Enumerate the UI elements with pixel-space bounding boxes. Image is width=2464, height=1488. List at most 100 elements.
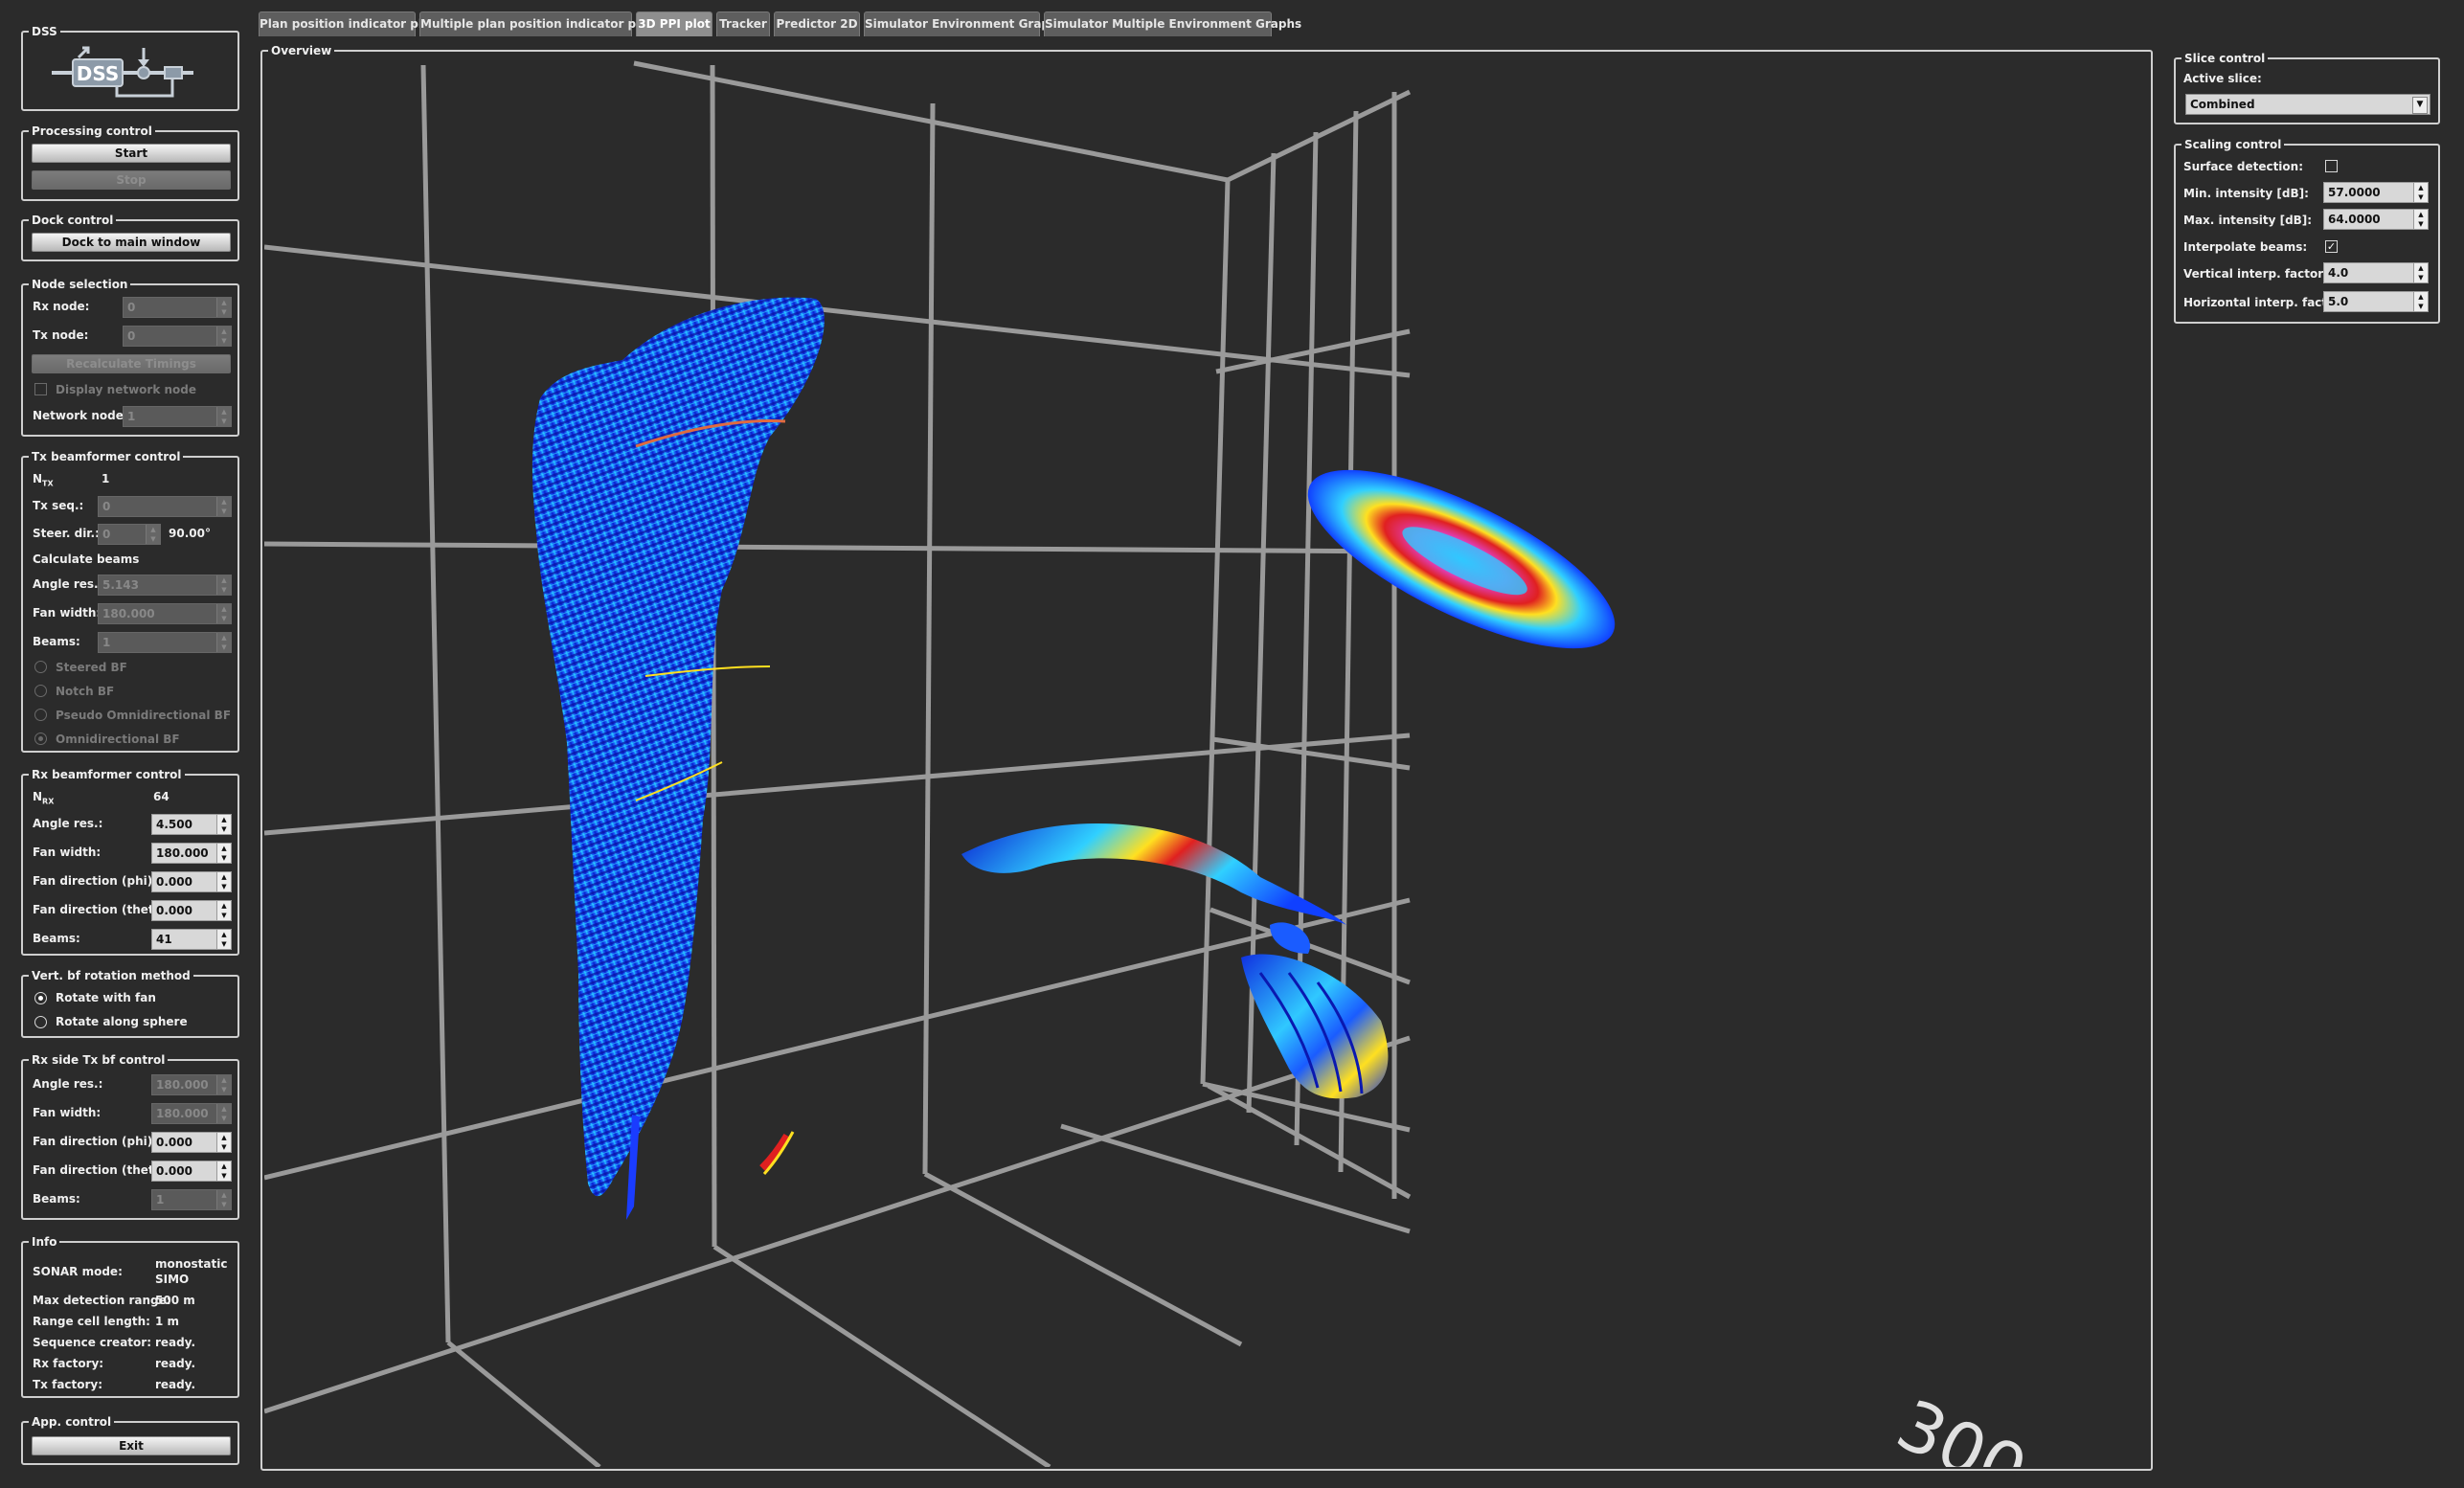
- surface-detection-checkbox[interactable]: [2325, 160, 2338, 172]
- overview-panel: Overview: [260, 43, 2153, 1471]
- tx-beamformer-title: Tx beamformer control: [29, 449, 184, 464]
- range-cell-length-label: Range cell length:: [33, 1315, 150, 1328]
- vert-bf-rotation-group: Vert. bf rotation method Rotate with fan…: [21, 968, 239, 1038]
- grid-lines: [264, 60, 1412, 1467]
- info-group: Info SONAR mode: monostatic SIMO Max det…: [21, 1234, 239, 1398]
- tx-fan-width-spinbox[interactable]: 180.000 ▲ ▼: [98, 603, 232, 624]
- rx-fan-phi-label: Fan direction (phi):: [33, 874, 158, 888]
- active-slice-label: Active slice:: [2183, 72, 2262, 85]
- tab-ppi-plot[interactable]: Plan position indicator plot: [259, 11, 436, 36]
- omni-bf-label: Omnidirectional BF: [56, 733, 180, 746]
- rotate-along-sphere-label: Rotate along sphere: [56, 1015, 188, 1028]
- rx-fan-width-spinbox[interactable]: 180.000 ▲ ▼: [151, 843, 232, 864]
- dock-control-group: Dock control Dock to main window: [21, 213, 239, 261]
- pseudo-omni-bf-radio[interactable]: [34, 709, 47, 721]
- horizontal-interp-label: Horizontal interp. factor:: [2183, 296, 2346, 309]
- tx-node-label: Tx node:: [33, 328, 89, 342]
- active-slice-dropdown[interactable]: Combined ▼: [2185, 94, 2430, 115]
- vertical-interp-spinbox[interactable]: 4.0 ▲ ▼: [2323, 262, 2429, 283]
- nrx-value: 64: [153, 790, 170, 803]
- echo-arc: [961, 823, 1346, 954]
- echo-tornado: [531, 297, 825, 1220]
- rxs-fan-phi-spinbox[interactable]: 0.000 ▲ ▼: [151, 1132, 232, 1153]
- 3d-ppi-plot[interactable]: 300.00: [264, 54, 2149, 1467]
- tx-beams-spinbox[interactable]: 1 ▲ ▼: [98, 632, 232, 653]
- steer-dir-spinbox[interactable]: 0 ▲ ▼: [98, 524, 161, 545]
- tab-predictor-2d[interactable]: Predictor 2D: [774, 11, 860, 36]
- rx-beams-spinbox[interactable]: 41 ▲ ▼: [151, 929, 232, 950]
- rotate-with-fan-label: Rotate with fan: [56, 991, 156, 1004]
- tx-beamformer-group: Tx beamformer control NTX 1 Tx seq.: 0 ▲ ▼…: [21, 449, 239, 753]
- pseudo-omni-bf-label: Pseudo Omnidirectional BF: [56, 709, 232, 722]
- tx-factory-label: Tx factory:: [33, 1378, 103, 1391]
- steer-dir-degrees: 90.00°: [169, 527, 211, 540]
- dock-to-main-window-button[interactable]: Dock to main window: [32, 233, 231, 252]
- steer-dir-label: Steer. dir.:: [33, 527, 100, 540]
- rxs-beams-label: Beams:: [33, 1192, 80, 1206]
- rxs-beams-spinbox[interactable]: 1 ▲ ▼: [151, 1189, 232, 1210]
- tab-simulator-environment-graph[interactable]: Simulator Environment Graph: [864, 11, 1058, 36]
- slice-control-title: Slice control: [2181, 51, 2269, 66]
- notch-bf-label: Notch BF: [56, 685, 115, 698]
- sequence-creator-value: ready.: [155, 1336, 196, 1349]
- rx-beamformer-title: Rx beamformer control: [29, 767, 185, 782]
- exit-button[interactable]: Exit: [32, 1436, 231, 1455]
- slice-control-group: Slice control Active slice: Combined ▼: [2174, 51, 2440, 124]
- app-control-title: App. control: [29, 1414, 115, 1430]
- sequence-creator-label: Sequence creator:: [33, 1336, 151, 1349]
- tx-angle-res-spinbox[interactable]: 5.143 ▲ ▼: [98, 575, 232, 596]
- tx-fan-width-label: Fan width:: [33, 606, 102, 620]
- max-intensity-label: Max. intensity [dB]:: [2183, 214, 2313, 227]
- rx-beams-label: Beams:: [33, 932, 80, 945]
- recalculate-timings-button[interactable]: Recalculate Timings: [32, 354, 231, 373]
- tx-node-spinbox[interactable]: 0 ▲ ▼: [123, 326, 232, 347]
- processing-control-title: Processing control: [29, 124, 155, 139]
- rx-side-tx-bf-group: Rx side Tx bf control Angle res.: 180.00…: [21, 1052, 239, 1220]
- tab-3d-ppi-plot[interactable]: 3D PPI plot: [636, 11, 712, 36]
- stop-button[interactable]: Stop: [32, 170, 231, 190]
- interpolate-beams-checkbox[interactable]: ✓: [2325, 240, 2338, 253]
- rx-fan-phi-spinbox[interactable]: 0.000 ▲ ▼: [151, 871, 232, 892]
- omni-bf-radio[interactable]: [34, 733, 47, 745]
- display-network-node-checkbox[interactable]: [34, 383, 47, 395]
- tab-simulator-multiple-environment-graphs[interactable]: Simulator Multiple Environment Graphs: [1044, 11, 1301, 36]
- network-node-spinbox[interactable]: 1 ▲ ▼: [123, 406, 232, 427]
- app-control-group: App. control Exit: [21, 1414, 239, 1465]
- rx-node-spinbox[interactable]: 0 ▲ ▼: [123, 297, 232, 318]
- surface-detection-label: Surface detection:: [2183, 160, 2304, 173]
- tx-beams-label: Beams:: [33, 635, 80, 648]
- rotate-along-sphere-radio[interactable]: [34, 1016, 47, 1028]
- tx-seq-label: Tx seq.:: [33, 499, 84, 512]
- range-cell-length-value: 1 m: [155, 1315, 180, 1328]
- rxs-angle-res-spinbox[interactable]: 180.000 ▲ ▼: [151, 1074, 232, 1095]
- tab-multiple-ppi-plots[interactable]: Multiple plan position indicator plots: [419, 11, 660, 36]
- rxs-fan-phi-label: Fan direction (phi):: [33, 1135, 158, 1148]
- min-intensity-spinbox[interactable]: 57.0000 ▲ ▼: [2323, 182, 2429, 203]
- steered-bf-label: Steered BF: [56, 661, 127, 674]
- rxs-fan-width-spinbox[interactable]: 180.000 ▲ ▼: [151, 1103, 232, 1124]
- tab-tracker[interactable]: Tracker: [716, 11, 770, 36]
- chevron-down-icon: ▼: [2412, 97, 2428, 114]
- rx-factory-label: Rx factory:: [33, 1357, 104, 1370]
- rotate-with-fan-radio[interactable]: [34, 992, 47, 1004]
- rxs-angle-res-label: Angle res.:: [33, 1077, 103, 1091]
- start-button[interactable]: Start: [32, 144, 231, 163]
- rx-beamformer-group: Rx beamformer control NRX 64 Angle res.:…: [21, 767, 239, 956]
- rx-fan-theta-spinbox[interactable]: 0.000 ▲ ▼: [151, 900, 232, 921]
- tx-seq-spinbox[interactable]: 0 ▲ ▼: [98, 496, 232, 517]
- rx-angle-res-spinbox[interactable]: 4.500 ▲ ▼: [151, 814, 232, 835]
- dss-title: DSS: [29, 24, 60, 39]
- processing-control-group: Processing control Start Stop: [21, 124, 239, 201]
- tx-factory-value: ready.: [155, 1378, 196, 1391]
- ntx-value: 1: [102, 472, 110, 485]
- node-selection-title: Node selection: [29, 277, 131, 292]
- display-network-node-label: Display network node: [56, 383, 196, 396]
- max-intensity-spinbox[interactable]: 64.0000 ▲ ▼: [2323, 209, 2429, 230]
- steered-bf-radio[interactable]: [34, 661, 47, 673]
- sonar-mode-label: SONAR mode:: [33, 1265, 123, 1278]
- horizontal-interp-spinbox[interactable]: 5.0 ▲ ▼: [2323, 291, 2429, 312]
- rxs-fan-width-label: Fan width:: [33, 1106, 102, 1119]
- notch-bf-radio[interactable]: [34, 685, 47, 697]
- rxs-fan-theta-spinbox[interactable]: 0.000 ▲ ▼: [151, 1161, 232, 1182]
- nrx-label: NRX: [33, 790, 55, 806]
